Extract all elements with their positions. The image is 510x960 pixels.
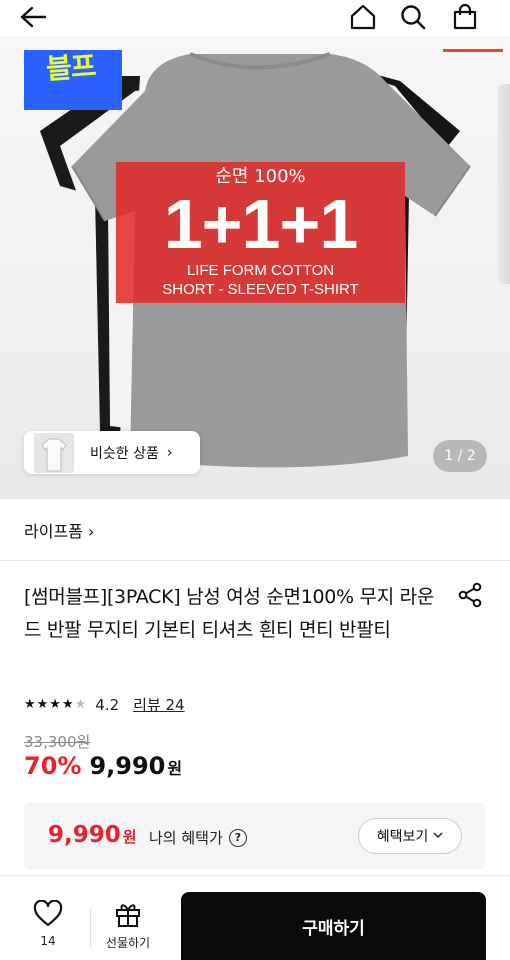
divider	[90, 908, 91, 948]
currency-unit: 원	[167, 759, 183, 778]
product-image-carousel[interactable]: 블프 순면 100% 1+1+1 LIFE FORM COTTON SHORT …	[0, 36, 510, 499]
benefit-price: 9,990 원	[48, 822, 137, 848]
similar-product-thumbnail	[34, 432, 74, 473]
chevron-right-icon: ›	[166, 444, 173, 461]
sale-logo-badge: 블프	[24, 50, 122, 110]
gift-icon	[116, 904, 140, 927]
promo-headline: 1+1+1	[163, 185, 359, 263]
benefit-currency: 원	[122, 828, 137, 846]
similar-products-button[interactable]: 비슷한 상품 ›	[24, 431, 200, 474]
promo-line-3: LIFE FORM COTTON	[186, 262, 335, 279]
benefit-price-value: 9,990	[48, 822, 121, 848]
benefit-price-box: 9,990 원 나의 혜택가 ? 혜택보기	[24, 802, 486, 870]
rating-row: ★★★★★ 4.2 리뷰 24	[24, 694, 185, 715]
gift-label: 선물하기	[105, 936, 151, 950]
promo-banner: 순면 100% 1+1+1 LIFE FORM COTTON SHORT - S…	[116, 162, 405, 303]
similar-products-label: 비슷한 상품	[90, 445, 159, 462]
review-link[interactable]: 리뷰 24	[133, 694, 184, 715]
search-icon[interactable]	[398, 2, 428, 32]
heart-icon	[33, 899, 63, 927]
share-icon[interactable]	[455, 580, 485, 610]
chevron-down-icon	[433, 831, 443, 842]
promo-line-4: SHORT - SLEEVED T-SHIRT	[162, 281, 359, 298]
brand-link[interactable]: 라이프폼 ›	[24, 518, 94, 542]
rating-score: 4.2	[95, 695, 120, 714]
like-count: 14	[40, 934, 56, 948]
benefit-label-row: 나의 혜택가 ?	[149, 827, 247, 848]
discount-percent: 70%	[24, 752, 82, 780]
star-rating: ★★★★★	[24, 697, 88, 712]
shopping-bag-icon[interactable]	[450, 2, 480, 32]
view-benefits-button[interactable]: 혜택보기	[358, 818, 462, 854]
gift-button[interactable]: 선물하기	[98, 900, 158, 952]
sale-price: 9,990	[89, 752, 166, 780]
image-pager: 1 / 2	[433, 440, 487, 472]
brand-row: 라이프폼 ›	[0, 499, 510, 561]
benefit-label: 나의 혜택가	[149, 829, 223, 847]
view-benefits-label: 혜택보기	[376, 829, 429, 845]
product-title: [썸머블프][3PACK] 남성 여성 순면100% 무지 라운드 반팔 무지티…	[24, 586, 435, 641]
help-icon[interactable]: ?	[228, 828, 247, 847]
top-bar	[0, 0, 510, 36]
back-arrow-icon[interactable]	[18, 2, 48, 32]
like-button[interactable]: 14	[26, 899, 70, 952]
original-price: 33,300원	[24, 733, 91, 751]
sale-price-row: 70% 9,990 원	[24, 752, 182, 780]
buy-button[interactable]: 구매하기	[181, 892, 486, 960]
bottom-action-bar: 14 선물하기 구매하기	[0, 875, 510, 960]
logo-text: 블프	[44, 50, 97, 86]
home-icon[interactable]	[348, 2, 378, 32]
